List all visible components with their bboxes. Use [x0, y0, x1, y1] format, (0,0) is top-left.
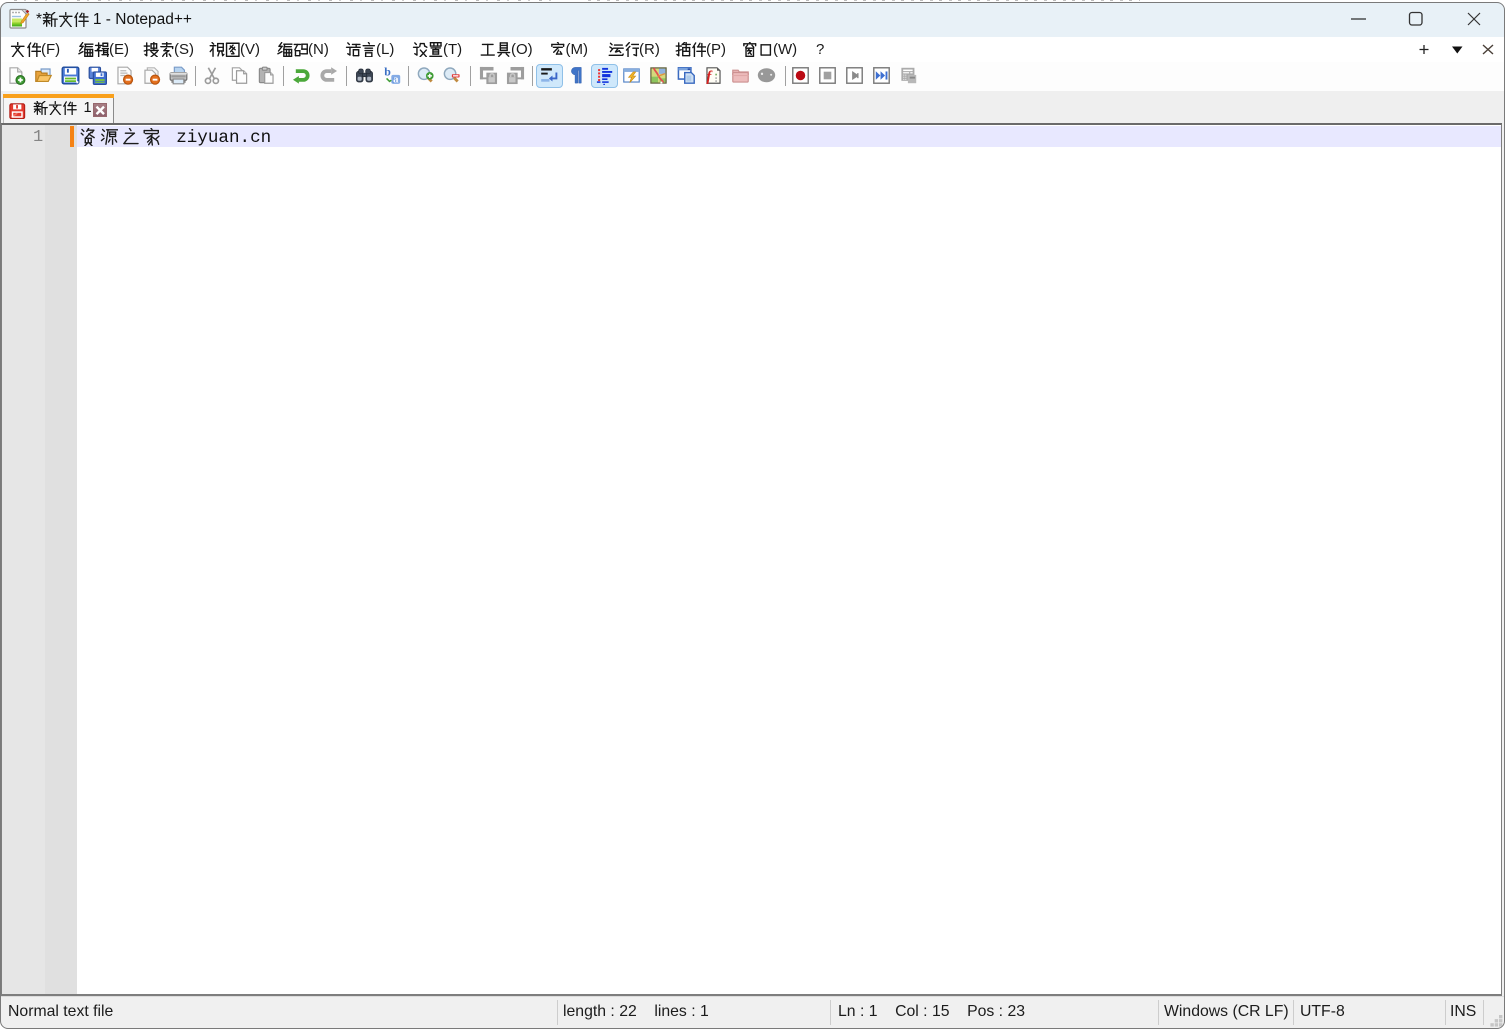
svg-text:b: b [384, 66, 391, 79]
svg-text:a: a [393, 74, 399, 85]
